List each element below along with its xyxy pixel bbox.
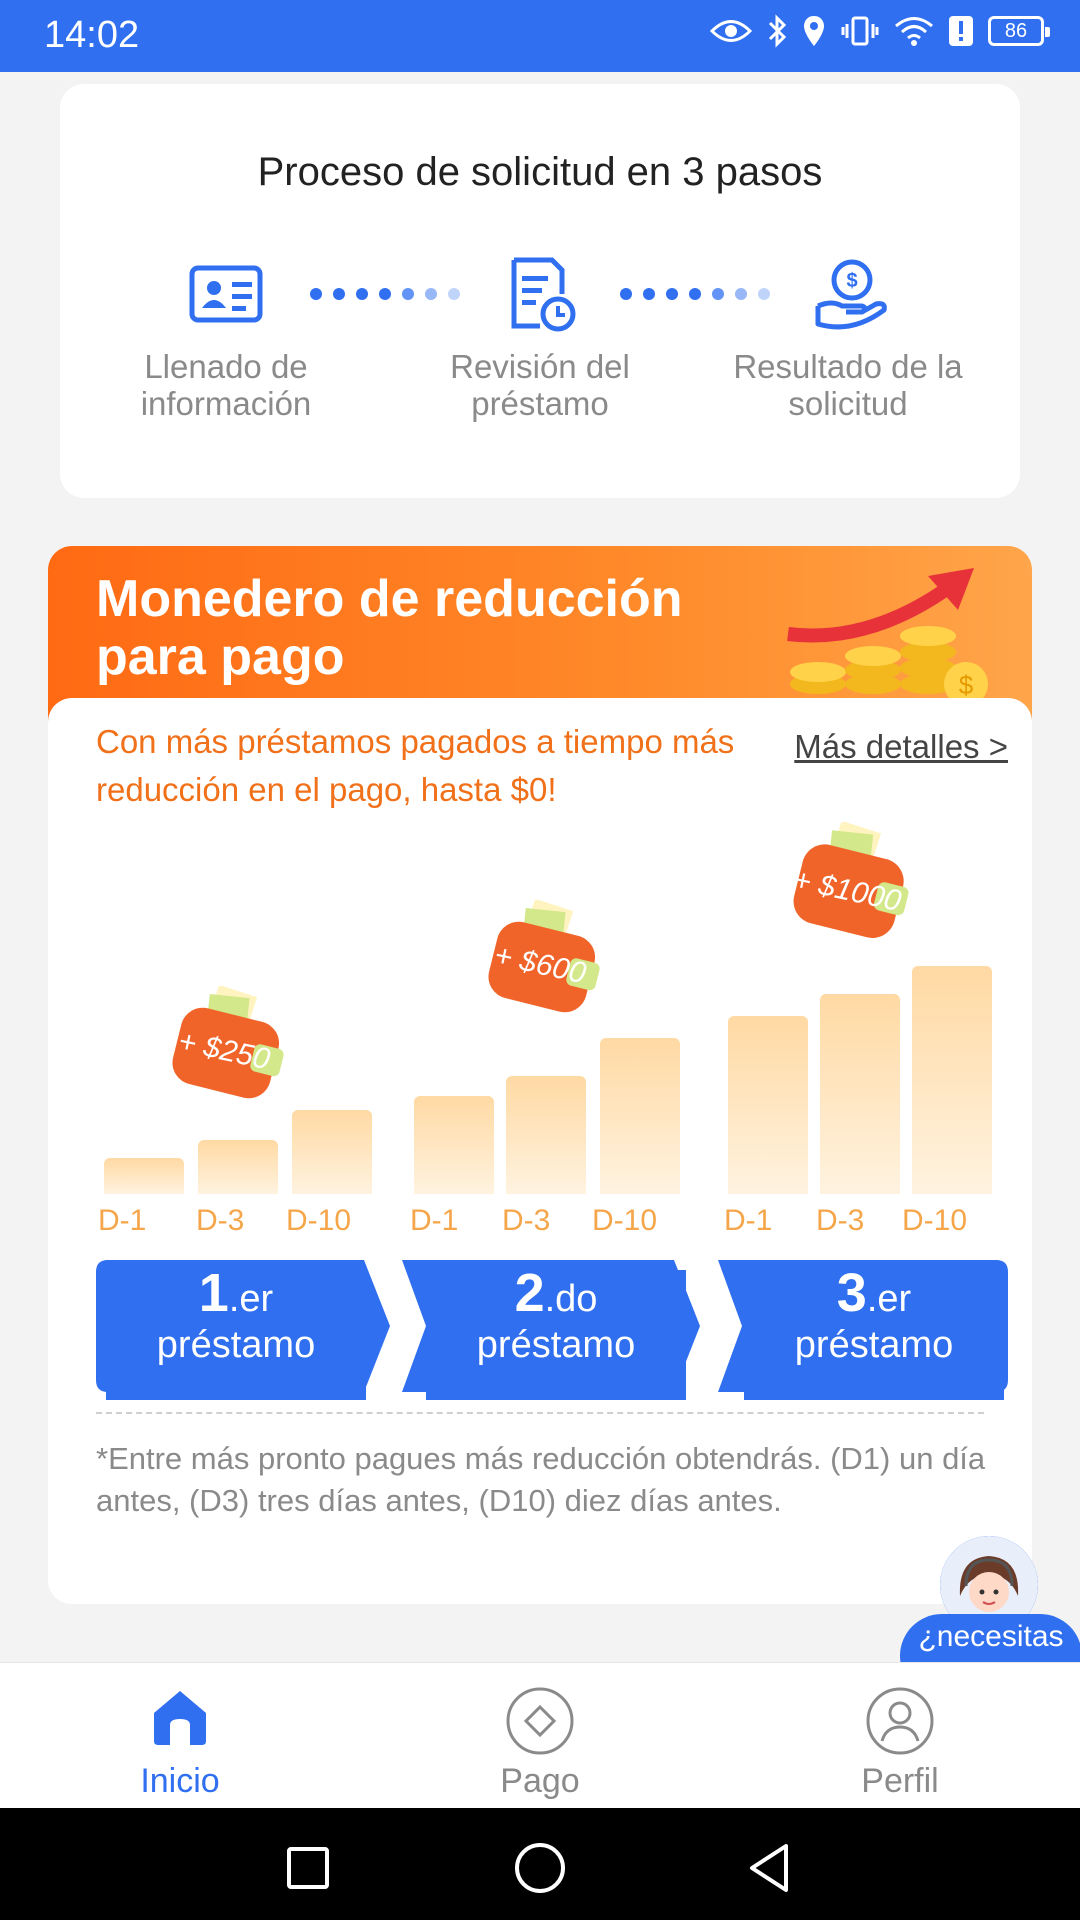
- bar-label: D-10: [902, 1204, 968, 1237]
- bar-loan3-d3: [820, 994, 900, 1194]
- recent-apps-icon[interactable]: [286, 1846, 330, 1890]
- application-steps-card: Proceso de solicitud en 3 pasos $ Llenad…: [60, 84, 1020, 498]
- bar-label: D-10: [592, 1204, 658, 1237]
- bar-label: D-3: [502, 1204, 551, 1237]
- wallet-600: + $600: [484, 900, 608, 1020]
- footnote: *Entre más pronto pagues más reducción o…: [96, 1441, 986, 1518]
- status-icons: 86: [710, 14, 1050, 48]
- bar-loan3-d10: [912, 966, 992, 1194]
- nav-item-inicio[interactable]: Inicio: [80, 1685, 280, 1801]
- bar-loan1-d3: [198, 1140, 278, 1194]
- home-icon: [154, 1691, 206, 1745]
- step-label-result: Resultado de la solicitud: [733, 348, 963, 422]
- hand-coin-icon: $: [815, 259, 887, 330]
- rising-coins-icon: $: [787, 568, 988, 704]
- bar-loan2-d1: [414, 1096, 494, 1194]
- step-connector: [620, 288, 770, 300]
- loan-step-2: 2.do préstamo: [426, 1266, 686, 1400]
- bar-label: D-10: [286, 1204, 352, 1237]
- loan-steps: 1.er préstamo 2.do préstamo 3.er préstam…: [96, 1260, 1008, 1400]
- payment-icon: [506, 1687, 574, 1755]
- nav-label: Inicio: [140, 1762, 220, 1800]
- svg-text:$: $: [959, 670, 974, 700]
- wallet-1000: + $1000: [788, 822, 918, 946]
- bar-label: D-1: [410, 1204, 459, 1237]
- battery-indicator: 86: [988, 16, 1050, 46]
- id-card-icon: [189, 265, 263, 323]
- bar-label: D-1: [724, 1204, 773, 1237]
- bar-label: D-1: [98, 1204, 147, 1237]
- profile-icon: [866, 1687, 934, 1755]
- loan-step-1: 1.er préstamo: [106, 1266, 366, 1400]
- divider: [96, 1412, 984, 1414]
- eye-icon: [710, 20, 752, 42]
- loan-label: préstamo: [794, 1324, 954, 1366]
- bar-loan2-d10: [600, 1038, 680, 1194]
- loan-suffix: .er: [866, 1278, 912, 1320]
- loan-number: 3: [836, 1263, 867, 1323]
- wifi-icon: [895, 17, 933, 46]
- reduction-wallet-card: Monedero de reducción para pago $ Con má…: [48, 546, 1032, 1604]
- nav-item-perfil[interactable]: Perfil: [800, 1685, 1000, 1801]
- vibrate-icon: [841, 16, 879, 46]
- bar-loan1-d10: [292, 1110, 372, 1194]
- nav-label: Perfil: [861, 1762, 939, 1800]
- bar-loan1-d1: [104, 1158, 184, 1194]
- document-clock-icon: [511, 257, 576, 332]
- bluetooth-icon: [768, 14, 787, 48]
- status-bar: 14:02 86: [0, 0, 1080, 72]
- bar-label: D-3: [196, 1204, 245, 1237]
- bar-labels: D-1 D-3 D-10 D-1 D-3 D-10 D-1 D-3 D-10: [48, 1204, 1032, 1244]
- bar-loan3-d1: [728, 1016, 808, 1194]
- promo-title: Monedero de reducción para pago: [96, 570, 683, 686]
- nav-label: Pago: [500, 1762, 580, 1800]
- back-icon[interactable]: [746, 1842, 792, 1894]
- bar-loan2-d3: [506, 1076, 586, 1194]
- location-icon: [804, 16, 824, 46]
- step-connector: [310, 288, 460, 300]
- loan-label: préstamo: [156, 1324, 316, 1366]
- home-button-icon[interactable]: [514, 1842, 566, 1894]
- step-label-info: Llenado de información: [140, 348, 312, 422]
- step-label-review: Revisión del préstamo: [450, 348, 630, 422]
- loan-suffix: .er: [228, 1278, 274, 1320]
- nav-item-pago[interactable]: Pago: [440, 1685, 640, 1801]
- bar-label: D-3: [816, 1204, 865, 1237]
- alert-icon: [949, 16, 973, 46]
- steps-title: Proceso de solicitud en 3 pasos: [257, 150, 823, 194]
- loan-number: 2: [514, 1263, 545, 1323]
- loan-number: 1: [198, 1263, 229, 1323]
- promo-description: Con más préstamos pagados a tiempo más r…: [96, 723, 735, 808]
- wallet-250: + $250: [168, 986, 292, 1106]
- svg-text:$: $: [846, 270, 857, 292]
- loan-suffix: .do: [544, 1278, 598, 1320]
- system-navigation-bar: [0, 1808, 1080, 1920]
- bottom-navigation: Inicio Pago Perfil: [0, 1662, 1080, 1809]
- loan-step-3: 3.er préstamo: [744, 1266, 1004, 1400]
- loan-label: préstamo: [476, 1324, 636, 1366]
- status-time: 14:02: [44, 14, 140, 56]
- more-details-link[interactable]: Más detalles >: [794, 728, 1008, 766]
